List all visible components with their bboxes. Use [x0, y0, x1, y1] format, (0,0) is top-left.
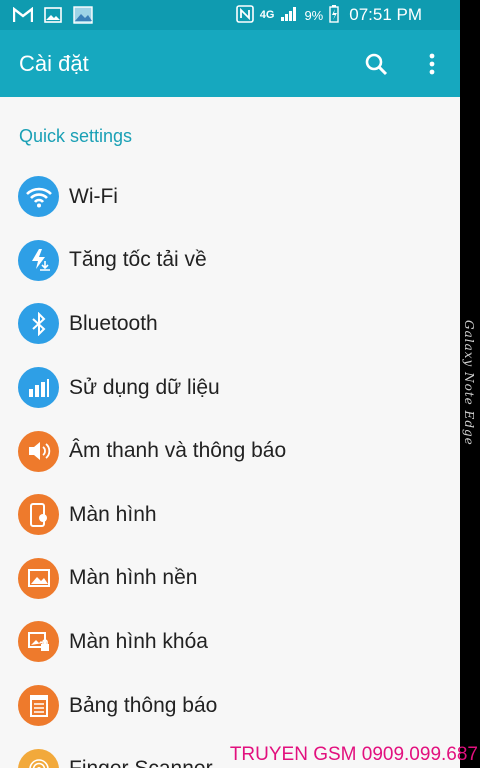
- status-bar: 4G 9% 07:51 PM: [0, 0, 460, 30]
- settings-item-wifi[interactable]: Wi-Fi: [0, 165, 460, 229]
- settings-item-bluetooth[interactable]: Bluetooth: [0, 292, 460, 356]
- image-icon: [42, 6, 64, 24]
- settings-item-label: Âm thanh và thông báo: [69, 439, 287, 463]
- settings-item-label: Màn hình: [69, 502, 157, 526]
- page-title: Cài đặt: [19, 50, 89, 76]
- section-title: Quick settings: [19, 126, 133, 146]
- settings-item-label: Finger Scanner: [69, 757, 213, 768]
- 4g-icon: 4G: [259, 9, 275, 21]
- sound-icon: [18, 430, 59, 472]
- settings-item-label: Màn hình nền: [69, 566, 198, 590]
- settings-item-wallpaper[interactable]: Màn hình nền: [0, 547, 460, 611]
- search-button[interactable]: [348, 36, 404, 92]
- more-options-button[interactable]: [404, 36, 460, 92]
- settings-item-label: Bluetooth: [69, 311, 158, 335]
- app-bar: Cài đặt: [0, 30, 460, 97]
- more-vert-icon: [429, 53, 435, 74]
- bluetooth-icon: [18, 303, 59, 345]
- search-icon: [365, 53, 388, 75]
- download-booster-icon: [18, 239, 59, 281]
- battery-icon: [329, 4, 339, 26]
- signal-icon: [280, 6, 298, 25]
- status-time: 07:51 PM: [349, 5, 422, 24]
- settings-item-label: Wi-Fi: [69, 184, 118, 208]
- settings-item-download-booster[interactable]: Tăng tốc tải về: [0, 229, 460, 293]
- settings-content[interactable]: Quick settings Wi-Fi Tăng tốc tải về Blu…: [0, 97, 460, 768]
- settings-item-label: Màn hình khóa: [69, 629, 208, 653]
- settings-item-data-usage[interactable]: Sử dụng dữ liệu: [0, 356, 460, 420]
- edge-label: Galaxy Note Edge: [462, 320, 476, 446]
- battery-percent: 9%: [304, 7, 324, 23]
- gallery-icon: [72, 6, 94, 24]
- display-icon: [18, 494, 59, 536]
- edge-screen: Galaxy Note Edge: [460, 0, 480, 768]
- settings-list: Wi-Fi Tăng tốc tải về Bluetooth Sử dụng …: [0, 165, 460, 768]
- settings-item-label: Sử dụng dữ liệu: [69, 375, 220, 399]
- lock-screen-icon: [18, 621, 59, 663]
- notification-panel-icon: [18, 685, 59, 727]
- settings-item-notification-panel[interactable]: Bảng thông báo: [0, 674, 460, 738]
- data-usage-icon: [18, 367, 59, 409]
- settings-item-lock-screen[interactable]: Màn hình khóa: [0, 610, 460, 674]
- settings-item-label: Bảng thông báo: [69, 693, 218, 717]
- nfc-icon: [235, 4, 254, 26]
- wifi-icon: [18, 176, 59, 218]
- settings-item-display[interactable]: Màn hình: [0, 483, 460, 547]
- settings-item-label: Tăng tốc tải về: [69, 248, 207, 272]
- settings-item-sound[interactable]: Âm thanh và thông báo: [0, 419, 460, 483]
- gmail-icon: [12, 6, 34, 24]
- wallpaper-icon: [18, 557, 59, 599]
- fingerprint-icon: [18, 748, 59, 768]
- watermark: TRUYEN GSM 0909.099.687: [229, 744, 478, 765]
